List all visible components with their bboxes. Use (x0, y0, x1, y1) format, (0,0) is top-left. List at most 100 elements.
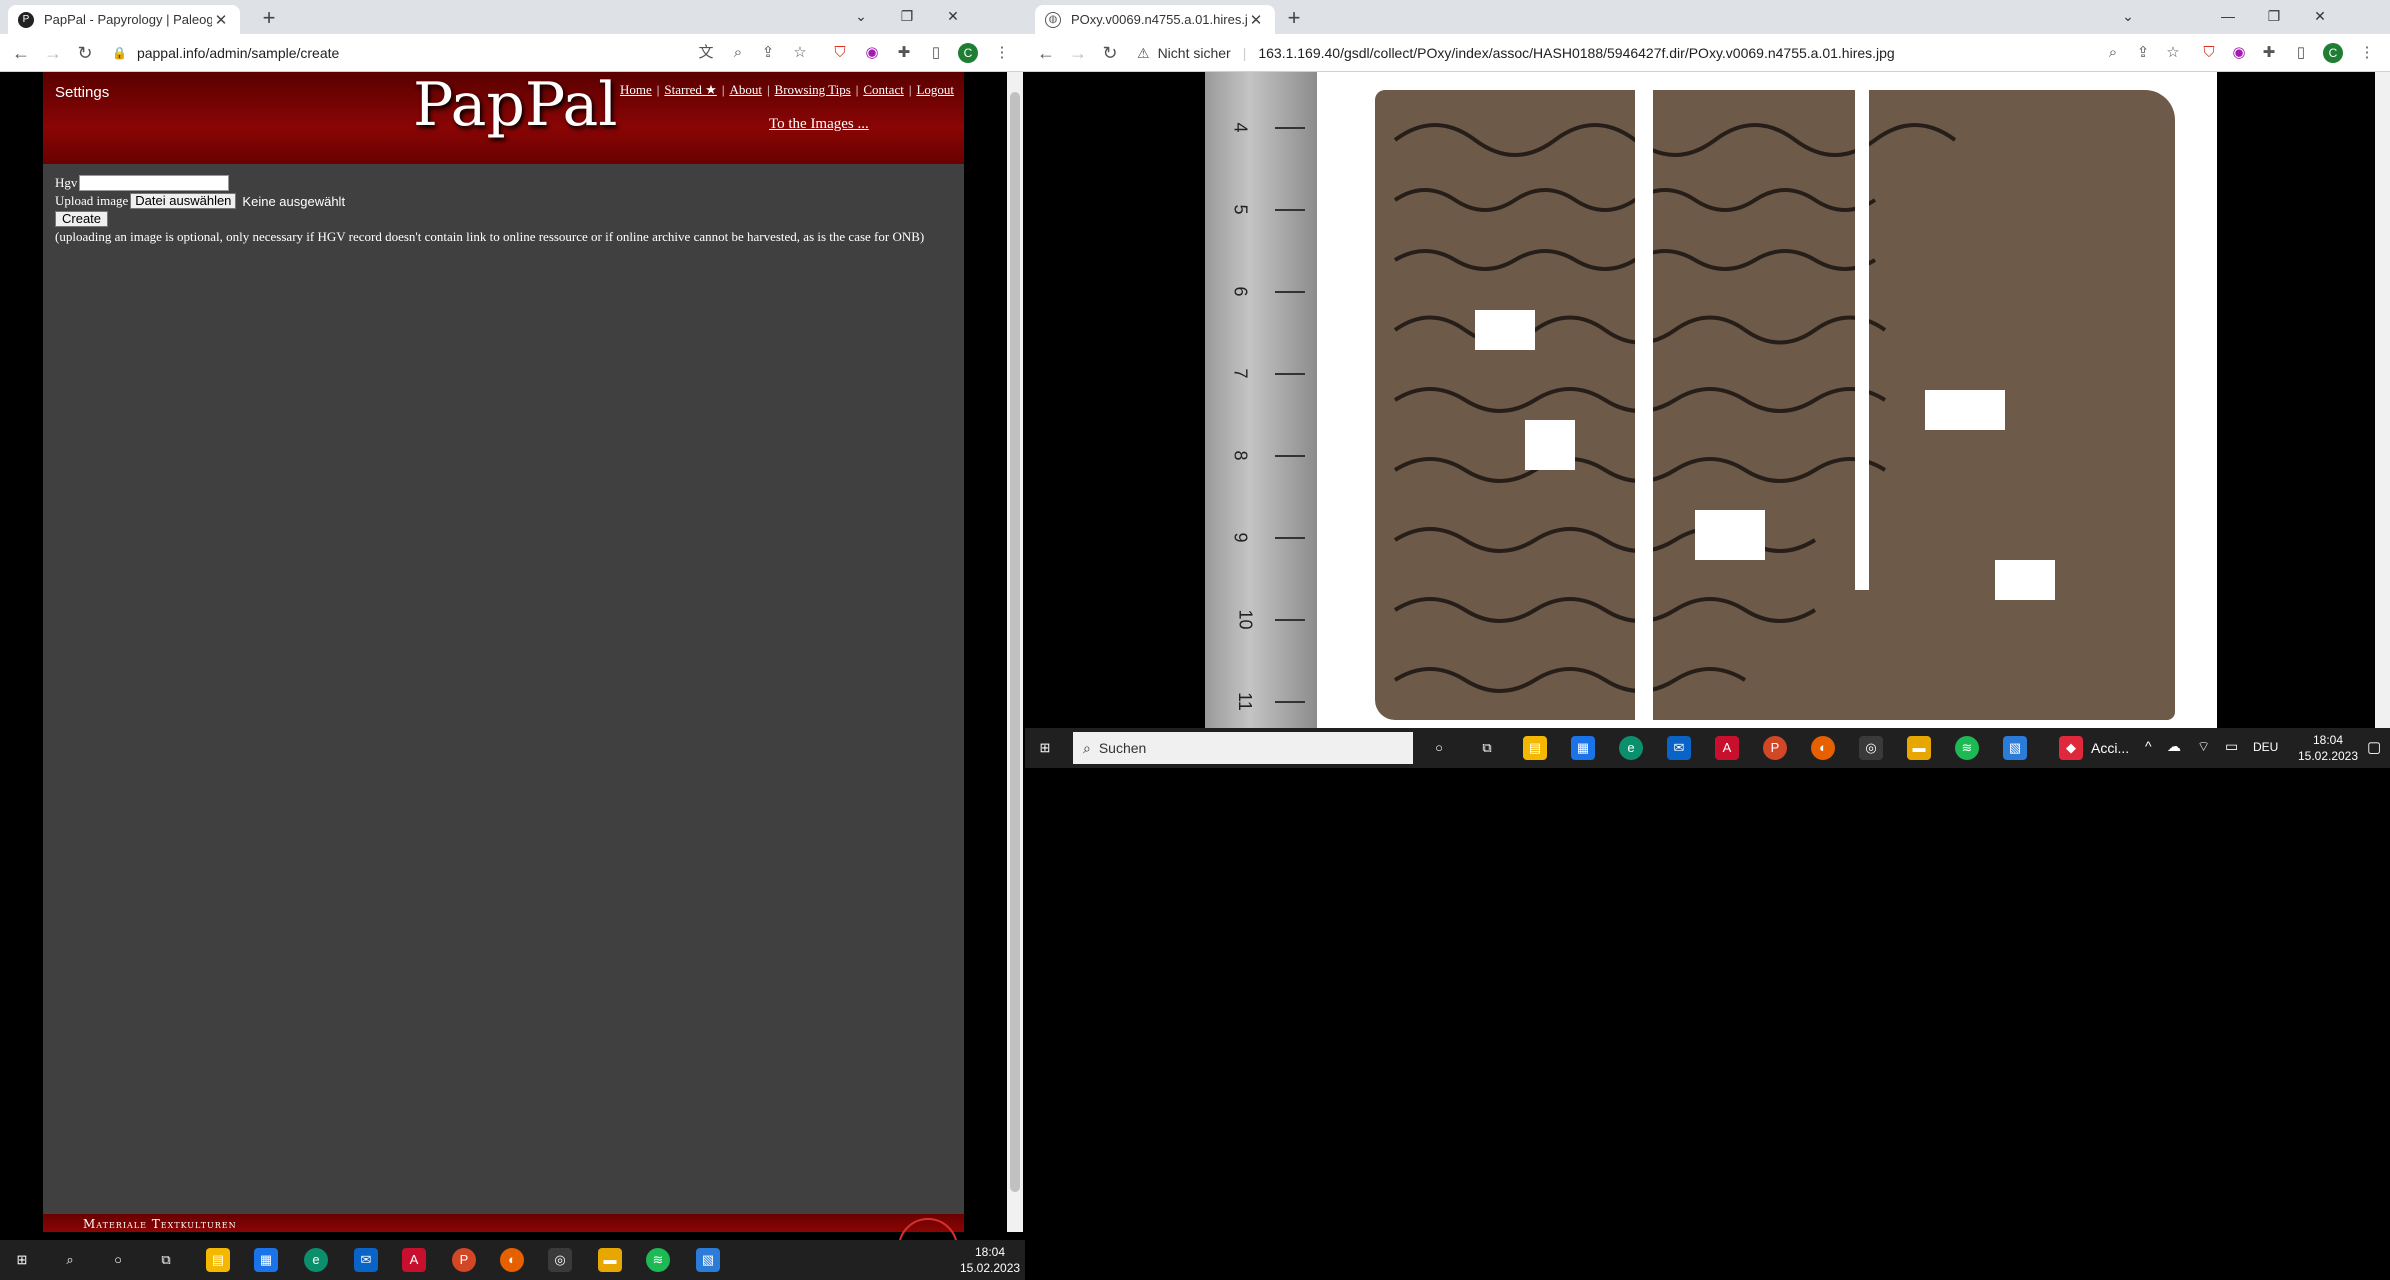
search-icon[interactable]: ⌕ (58, 1248, 82, 1272)
extensions-puzzle-icon[interactable]: ✚ (894, 43, 914, 63)
address-bar-right[interactable]: ⚠ Nicht sicher | 163.1.169.40/gsdl/colle… (1137, 39, 2097, 67)
firefox-icon[interactable]: ◐ (500, 1248, 524, 1272)
cortana-icon[interactable]: ○ (106, 1248, 130, 1272)
pappal-logo: PapPal (413, 70, 618, 140)
close-window-right-icon[interactable]: ✕ (2297, 0, 2343, 32)
share-right-icon[interactable]: ⇪ (2133, 43, 2153, 63)
accessibility-app-icon[interactable]: ◆ (2059, 736, 2083, 760)
windows-start-right-icon[interactable]: ⊞ (1033, 736, 1057, 760)
new-tab-button[interactable]: + (256, 6, 282, 32)
bookmark-right-icon[interactable]: ☆ (2163, 43, 2183, 63)
new-tab-right-button[interactable]: + (1281, 6, 1307, 32)
forward-right-icon[interactable]: → (1067, 42, 1089, 64)
extensions-right-icon[interactable]: ✚ (2259, 43, 2279, 63)
restore-right-icon[interactable]: ❐ (2251, 0, 2297, 32)
menu-right-icon[interactable]: ⋮ (2357, 43, 2377, 63)
nav-contact[interactable]: Contact (863, 82, 903, 97)
acrobat-right-icon[interactable]: A (1715, 736, 1739, 760)
mail-icon[interactable]: ✉ (354, 1248, 378, 1272)
tab-pappal[interactable]: P PapPal - Papyrology | Paleograph ✕ (8, 5, 240, 34)
reload-right-icon[interactable]: ↻ (1099, 42, 1121, 64)
wifi-icon[interactable]: ⌔ (2197, 738, 2210, 756)
extension-red-icon[interactable]: ⛉ (830, 43, 850, 63)
store-icon[interactable]: ▦ (254, 1248, 278, 1272)
spotify-right-icon[interactable]: ≋ (1955, 736, 1979, 760)
powerpoint-icon[interactable]: P (452, 1248, 476, 1272)
back-right-icon[interactable]: ← (1035, 42, 1057, 64)
photos-icon[interactable]: ▧ (696, 1248, 720, 1272)
left-scrollbar-thumb[interactable] (1010, 92, 1020, 1192)
bookmark-star-icon[interactable]: ☆ (790, 43, 810, 63)
file-explorer-right-icon[interactable]: ▤ (1523, 736, 1547, 760)
profile-avatar[interactable]: C (958, 43, 978, 63)
taskbar-search-box[interactable]: ⌕ Suchen (1073, 732, 1413, 764)
tab-search-right-icon[interactable]: ⌄ (2105, 0, 2151, 32)
zoom-icon[interactable]: ⌕ (728, 43, 748, 63)
side-panel-icon[interactable]: ▯ (926, 43, 946, 63)
profile-avatar-right[interactable]: C (2323, 43, 2343, 63)
close-tab-right-icon[interactable]: ✕ (1247, 11, 1265, 29)
task-view-right-icon[interactable]: ⧉ (1475, 736, 1499, 760)
tab-poxy-image[interactable]: ◍ POxy.v0069.n4755.a.01.hires.jpg ✕ (1035, 5, 1275, 34)
photos-right-icon[interactable]: ▧ (2003, 736, 2027, 760)
right-scrollbar[interactable] (2375, 72, 2390, 728)
to-images-link[interactable]: To the Images ... (769, 116, 869, 133)
mail-right-icon[interactable]: ✉ (1667, 736, 1691, 760)
hgv-input[interactable] (79, 175, 230, 191)
chrome-icon[interactable]: ◎ (548, 1248, 572, 1272)
restore-icon[interactable]: ❐ (884, 0, 930, 32)
nav-logout[interactable]: Logout (916, 82, 954, 97)
battery-icon[interactable]: ▭ (2225, 738, 2238, 755)
ruler-mark: 4 (1230, 122, 1251, 133)
settings-link[interactable]: Settings (55, 84, 109, 101)
firefox-right-icon[interactable]: ◐ (1811, 736, 1835, 760)
ruler-mark: 5 (1230, 204, 1251, 215)
accessibility-app-label[interactable]: Acci... (2091, 740, 2129, 756)
forward-icon[interactable]: → (42, 42, 64, 64)
choose-file-button[interactable]: Datei auswählen (130, 193, 237, 209)
menu-icon[interactable]: ⋮ (992, 43, 1012, 63)
share-icon[interactable]: ⇪ (758, 43, 778, 63)
minimize-icon[interactable]: — (2205, 0, 2251, 32)
store-right-icon[interactable]: ▦ (1571, 736, 1595, 760)
create-button[interactable]: Create (55, 211, 109, 227)
edge-right-icon[interactable]: e (1619, 736, 1643, 760)
reload-icon[interactable]: ↻ (74, 42, 96, 64)
close-window-icon[interactable]: ✕ (930, 0, 976, 32)
nav-browsing-tips[interactable]: Browsing Tips (775, 82, 851, 97)
zoom-right-icon[interactable]: ⌕ (2103, 43, 2123, 63)
spotify-icon[interactable]: ≋ (646, 1248, 670, 1272)
edge-icon[interactable]: e (304, 1248, 328, 1272)
tab-search-icon[interactable]: ⌄ (838, 0, 884, 32)
language-indicator[interactable]: DEU (2253, 740, 2278, 754)
network-icon[interactable]: ☁ (2167, 738, 2181, 755)
lock-icon: 🔒 (112, 46, 127, 60)
notification-icon[interactable]: ▢ (2367, 738, 2381, 756)
task-view-icon[interactable]: ⧉ (154, 1248, 178, 1272)
bottom-clock[interactable]: 18:04 15.02.2023 (960, 1244, 1020, 1276)
extension-red-right-icon[interactable]: ⛉ (2199, 43, 2219, 63)
close-tab-icon[interactable]: ✕ (212, 11, 230, 29)
nav-starred[interactable]: Starred ★ (664, 82, 716, 97)
file-explorer-icon[interactable]: ▤ (206, 1248, 230, 1272)
back-icon[interactable]: ← (10, 42, 32, 64)
side-panel-right-icon[interactable]: ▯ (2291, 43, 2311, 63)
nav-home[interactable]: Home (620, 82, 652, 97)
acrobat-icon[interactable]: A (402, 1248, 426, 1272)
windows-start-icon[interactable]: ⊞ (10, 1248, 34, 1272)
cortana-right-icon[interactable]: ○ (1427, 736, 1451, 760)
address-bar[interactable]: 🔒 pappal.info/admin/sample/create (112, 39, 672, 67)
tray-chevron-icon[interactable]: ^ (2145, 738, 2152, 754)
extension-purple-icon[interactable]: ◉ (862, 43, 882, 63)
sticky-app-icon[interactable]: ▬ (598, 1248, 622, 1272)
left-scrollbar[interactable] (1007, 72, 1023, 1232)
nav-about[interactable]: About (729, 82, 762, 97)
chrome-right-icon[interactable]: ◎ (1859, 736, 1883, 760)
ruler-tick (1275, 373, 1305, 375)
translate-icon[interactable]: 文 (696, 43, 716, 63)
extension-purple-right-icon[interactable]: ◉ (2229, 43, 2249, 63)
scale-ruler: 4 5 6 7 8 9 10 11 (1205, 72, 1317, 728)
powerpoint-right-icon[interactable]: P (1763, 736, 1787, 760)
sticky-app-right-icon[interactable]: ▬ (1907, 736, 1931, 760)
right-clock[interactable]: 18:04 15.02.2023 (2293, 732, 2363, 764)
